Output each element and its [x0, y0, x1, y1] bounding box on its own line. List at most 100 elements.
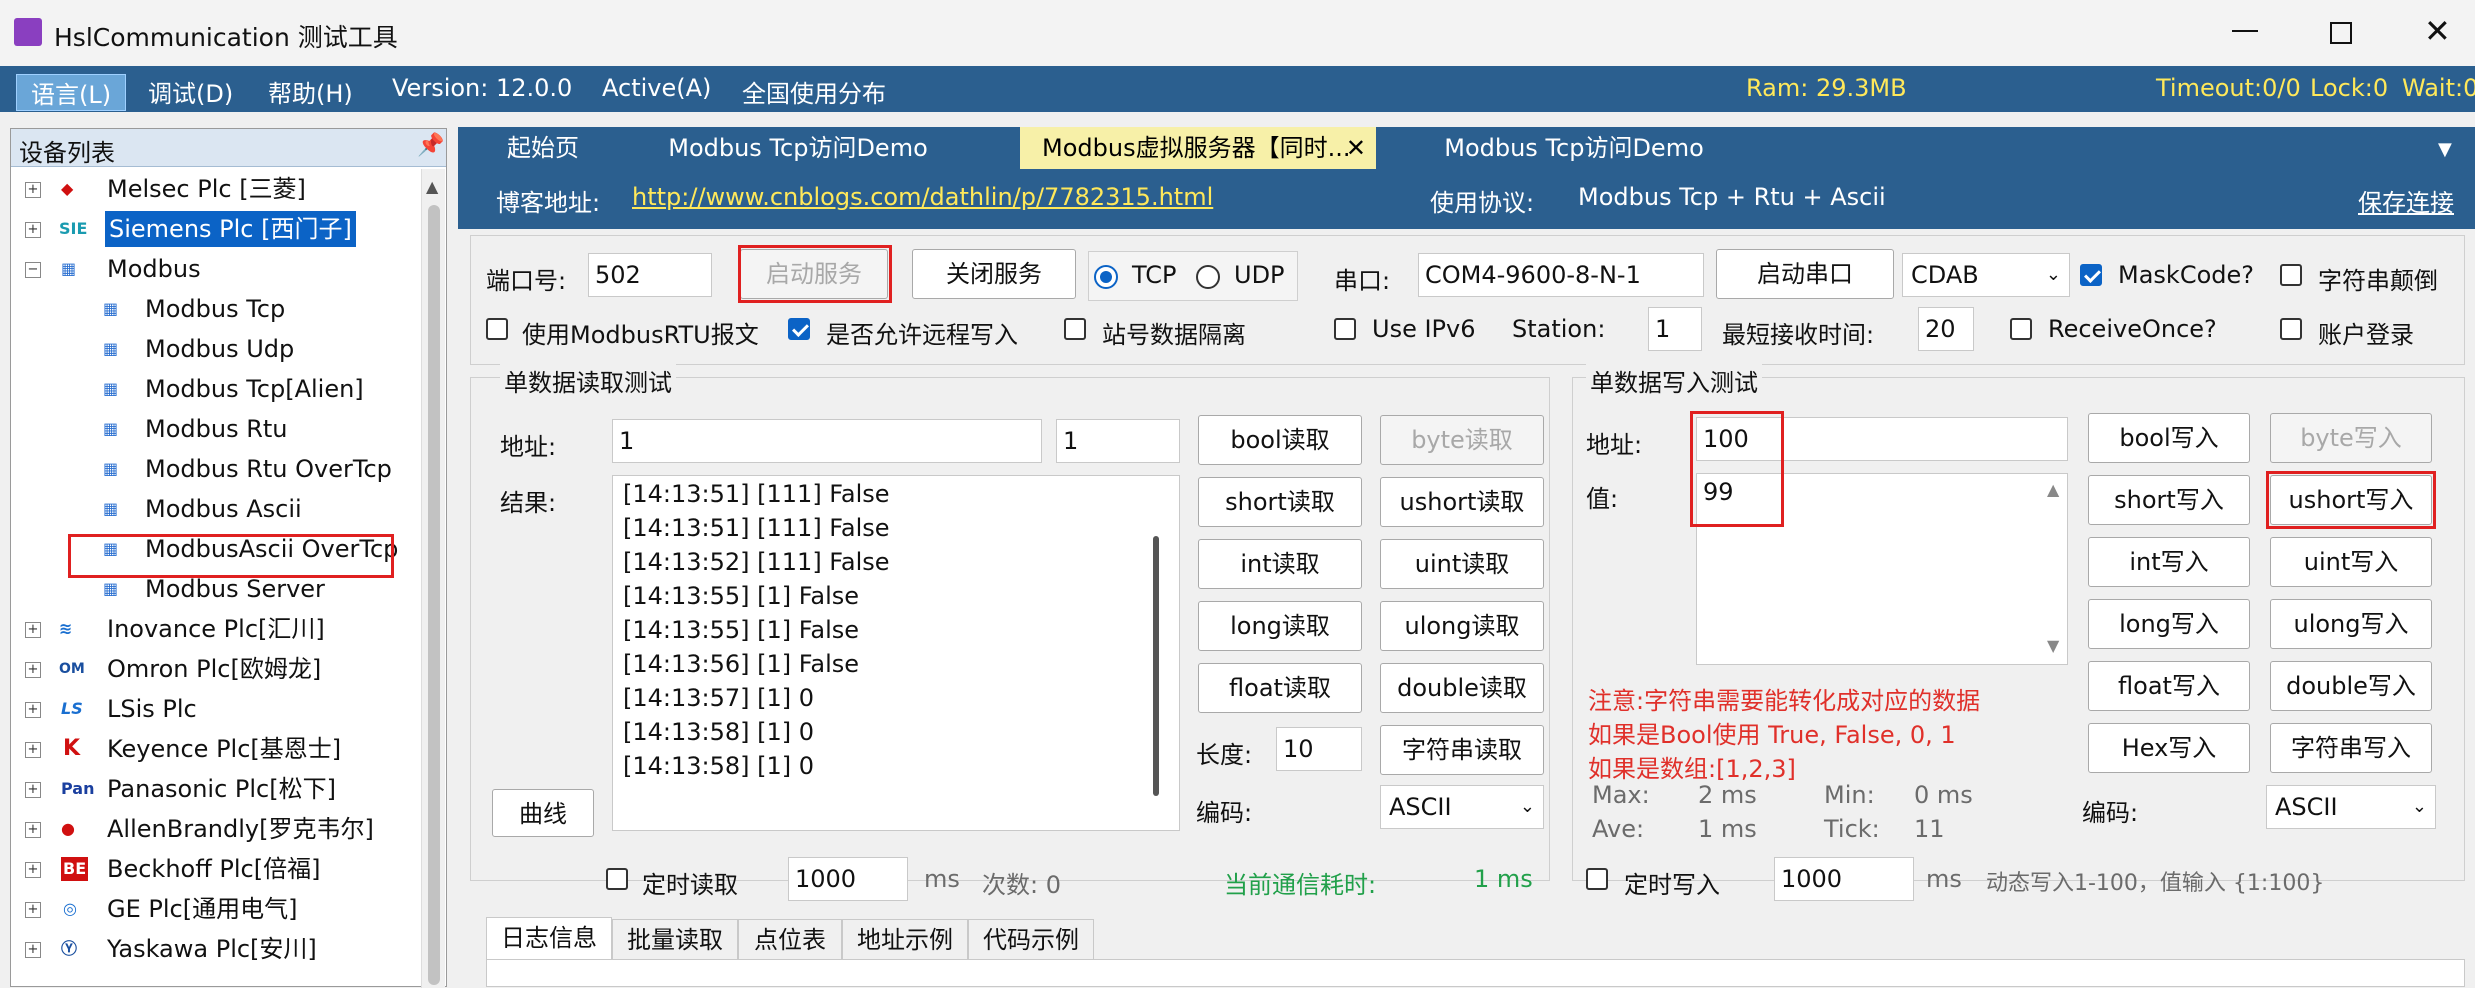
maskcode-checkbox[interactable]	[2080, 264, 2102, 286]
double-write-button[interactable]: double写入	[2270, 661, 2432, 711]
expand-icon[interactable]: +	[25, 862, 41, 878]
minimize-icon[interactable]	[2232, 30, 2258, 32]
expand-icon[interactable]: +	[25, 902, 41, 918]
byte-read-button[interactable]: byte读取	[1380, 415, 1544, 465]
menu-debug[interactable]: 调试(D)	[148, 74, 233, 109]
menu-help[interactable]: 帮助(H)	[268, 74, 353, 109]
expand-icon[interactable]: +	[25, 662, 41, 678]
close-tab-icon[interactable]: ✕	[1346, 127, 1366, 169]
tree-item-panasonic[interactable]: Panasonic Plc[松下]	[107, 771, 336, 807]
tab-start[interactable]: 起始页	[458, 127, 628, 169]
tree-item-allen-bradley[interactable]: AllenBrandly[罗克韦尔]	[107, 811, 374, 847]
udp-radio[interactable]	[1196, 265, 1220, 289]
tree-item-modbus-tcp-alien[interactable]: Modbus Tcp[Alien]	[145, 371, 364, 407]
tab-point-table[interactable]: 点位表	[738, 919, 842, 961]
blog-link[interactable]: http://www.cnblogs.com/dathlin/p/7782315…	[632, 183, 1213, 211]
expand-icon[interactable]: +	[25, 222, 41, 238]
menu-active[interactable]: Active(A)	[602, 74, 711, 102]
pin-icon[interactable]: 📌	[417, 133, 444, 158]
tree-item-keyence[interactable]: Keyence Plc[基恩士]	[107, 731, 341, 767]
tree-item-modbus-rtu-overtcp[interactable]: Modbus Rtu OverTcp	[145, 451, 392, 487]
bool-write-button[interactable]: bool写入	[2088, 413, 2250, 463]
expand-icon[interactable]: +	[25, 702, 41, 718]
hex-write-button[interactable]: Hex写入	[2088, 723, 2250, 773]
port-input[interactable]: 502	[588, 253, 712, 297]
close-service-button[interactable]: 关闭服务	[912, 249, 1076, 299]
int-write-button[interactable]: int写入	[2088, 537, 2250, 587]
ushort-read-button[interactable]: ushort读取	[1380, 477, 1544, 527]
expand-icon[interactable]: +	[25, 822, 41, 838]
byte-write-button[interactable]: byte写入	[2270, 413, 2432, 463]
scroll-thumb[interactable]	[428, 205, 440, 985]
tree-item-ge[interactable]: GE Plc[通用电气]	[107, 891, 297, 927]
tree-item-omron[interactable]: Omron Plc[欧姆龙]	[107, 651, 321, 687]
tcp-radio[interactable]	[1094, 265, 1118, 289]
tree-item-yaskawa[interactable]: Yaskawa Plc[安川]	[107, 931, 317, 967]
long-read-button[interactable]: long读取	[1198, 601, 1362, 651]
tree-scrollbar[interactable]: ▲	[421, 169, 445, 988]
collapse-icon[interactable]: −	[25, 262, 41, 278]
int-read-button[interactable]: int读取	[1198, 539, 1362, 589]
read-result-log[interactable]: [14:13:51] [111] False [14:13:51] [111] …	[612, 475, 1180, 831]
tree-item-melsec[interactable]: Melsec Plc [三菱]	[107, 171, 306, 207]
string-reverse-checkbox[interactable]	[2280, 264, 2302, 286]
tab-address-example[interactable]: 地址示例	[842, 919, 968, 961]
tree-item-modbus-server[interactable]: Modbus Server	[145, 571, 325, 607]
use-ipv6-checkbox[interactable]	[1334, 318, 1356, 340]
short-read-button[interactable]: short读取	[1198, 477, 1362, 527]
bool-read-button[interactable]: bool读取	[1198, 415, 1362, 465]
string-read-button[interactable]: 字符串读取	[1380, 725, 1544, 775]
receive-once-checkbox[interactable]	[2010, 318, 2032, 340]
tree-item-modbus[interactable]: Modbus	[107, 251, 201, 287]
expand-icon[interactable]: +	[25, 622, 41, 638]
string-write-button[interactable]: 字符串写入	[2270, 723, 2432, 773]
long-write-button[interactable]: long写入	[2088, 599, 2250, 649]
double-read-button[interactable]: double读取	[1380, 663, 1544, 713]
tree-item-modbus-rtu[interactable]: Modbus Rtu	[145, 411, 288, 447]
ulong-write-button[interactable]: ulong写入	[2270, 599, 2432, 649]
use-rtu-checkbox[interactable]	[486, 318, 508, 340]
expand-icon[interactable]: +	[25, 742, 41, 758]
read-encoding-select[interactable]: ASCII ⌄	[1380, 785, 1544, 829]
menu-global[interactable]: 全国使用分布	[742, 74, 886, 109]
curve-button[interactable]: 曲线	[492, 789, 594, 837]
tree-item-modbus-udp[interactable]: Modbus Udp	[145, 331, 294, 367]
tab-overflow-icon[interactable]: ▼	[2438, 139, 2452, 160]
allow-remote-checkbox[interactable]	[788, 318, 810, 340]
length-input[interactable]: 10	[1276, 727, 1362, 771]
account-login-checkbox[interactable]	[2280, 318, 2302, 340]
timed-write-interval[interactable]: 1000	[1774, 857, 1914, 901]
tree-item-inovance[interactable]: Inovance Plc[汇川]	[107, 611, 325, 647]
scroll-up-icon[interactable]: ▲	[426, 177, 438, 196]
station-input[interactable]: 1	[1648, 307, 1702, 351]
tree-item-beckhoff[interactable]: Beckhoff Plc[倍福]	[107, 851, 320, 887]
float-read-button[interactable]: float读取	[1198, 663, 1362, 713]
station-isolation-checkbox[interactable]	[1064, 318, 1086, 340]
float-write-button[interactable]: float写入	[2088, 661, 2250, 711]
tree-item-modbus-ascii[interactable]: Modbus Ascii	[145, 491, 302, 527]
menu-language[interactable]: 语言(L)	[16, 74, 127, 111]
read-address-input[interactable]: 1	[612, 419, 1042, 463]
serial-input[interactable]: COM4-9600-8-N-1	[1418, 253, 1704, 297]
tab-modbus-tcp-demo-2[interactable]: Modbus Tcp访问Demo	[1404, 127, 1744, 169]
tree-item-lsis[interactable]: LSis Plc	[107, 691, 197, 727]
tree-item-modbus-tcp[interactable]: Modbus Tcp	[145, 291, 285, 327]
tree-item-siemens[interactable]: Siemens Plc [西门子]	[105, 211, 356, 247]
ulong-read-button[interactable]: ulong读取	[1380, 601, 1544, 651]
read-count-input[interactable]: 1	[1056, 419, 1180, 463]
write-encoding-select[interactable]: ASCII ⌄	[2266, 785, 2436, 829]
expand-icon[interactable]: +	[25, 782, 41, 798]
close-icon[interactable]: ✕	[2424, 12, 2451, 50]
save-connection-link[interactable]: 保存连接	[2358, 183, 2454, 218]
scroll-up-icon[interactable]: ▲	[2047, 480, 2059, 499]
byte-order-select[interactable]: CDAB ⌄	[1902, 253, 2070, 297]
timed-write-checkbox[interactable]	[1586, 868, 1608, 890]
tab-code-example[interactable]: 代码示例	[968, 919, 1094, 961]
uint-read-button[interactable]: uint读取	[1380, 539, 1544, 589]
log-scrollbar[interactable]	[1153, 536, 1159, 796]
expand-icon[interactable]: +	[25, 182, 41, 198]
scroll-down-icon[interactable]: ▼	[2047, 636, 2059, 655]
expand-icon[interactable]: +	[25, 942, 41, 958]
maximize-icon[interactable]	[2330, 22, 2352, 44]
tab-modbus-server[interactable]: Modbus虚拟服务器【同时... ✕	[1020, 127, 1376, 169]
